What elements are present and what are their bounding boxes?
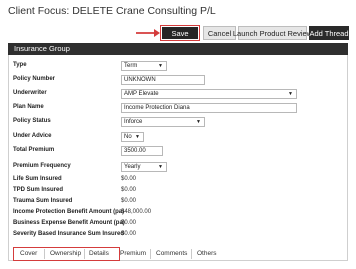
plan-name-row: Plan Name Income Protection Diana bbox=[13, 103, 343, 113]
premium-frequency-select[interactable]: Yearly ▼ bbox=[121, 162, 167, 172]
tab-divider bbox=[191, 249, 192, 259]
tab-comments[interactable]: Comments bbox=[156, 250, 187, 257]
business-expense-row: Business Expense Benefit Amount (pa) $0.… bbox=[13, 219, 343, 229]
policy-status-select-value: Inforce bbox=[124, 119, 143, 125]
trauma-sum-insured-row: Trauma Sum Insured $0.00 bbox=[13, 197, 343, 207]
insurance-group-header: Insurance Group bbox=[8, 43, 348, 55]
policy-number-label: Policy Number bbox=[13, 76, 56, 82]
tab-divider bbox=[84, 249, 85, 259]
total-premium-label: Total Premium bbox=[13, 147, 55, 153]
premium-frequency-label: Premium Frequency bbox=[13, 163, 71, 169]
underwriter-label: Underwriter bbox=[13, 90, 47, 96]
life-sum-insured-value: $0.00 bbox=[121, 176, 137, 182]
launch-product-review-button[interactable]: Launch Product Review bbox=[233, 26, 312, 40]
severity-based-value: $0.00 bbox=[121, 231, 137, 237]
business-expense-label: Business Expense Benefit Amount (pa) bbox=[13, 220, 125, 226]
under-advice-select[interactable]: No ▼ bbox=[121, 132, 144, 142]
toolbar: Save Cancel Launch Product Review Add Th… bbox=[0, 25, 356, 41]
policy-number-value: UNKNOWN bbox=[124, 77, 156, 83]
tab-premium[interactable]: Premium bbox=[120, 250, 146, 257]
underwriter-select-value: AMP Elevate bbox=[124, 91, 159, 97]
policy-number-input[interactable]: UNKNOWN bbox=[121, 75, 205, 85]
save-highlight: Save bbox=[160, 25, 200, 41]
tpd-sum-insured-label: TPD Sum Insured bbox=[13, 187, 64, 193]
chevron-down-icon: ▼ bbox=[135, 134, 140, 140]
save-button[interactable]: Save bbox=[162, 27, 198, 39]
life-sum-insured-label: Life Sum Insured bbox=[13, 176, 62, 182]
add-thread-button[interactable]: Add Thread bbox=[309, 26, 349, 40]
tab-divider bbox=[150, 249, 151, 259]
chevron-down-icon: ▼ bbox=[196, 119, 201, 125]
tab-details[interactable]: Details bbox=[89, 250, 109, 257]
under-advice-row: Under Advice No ▼ bbox=[13, 132, 343, 142]
policy-status-label: Policy Status bbox=[13, 118, 51, 124]
total-premium-input[interactable]: 3500.00 bbox=[121, 146, 163, 156]
severity-based-row: Severity Based Insurance Sum Insured $0.… bbox=[13, 230, 343, 240]
policy-status-row: Policy Status Inforce ▼ bbox=[13, 117, 343, 127]
trauma-sum-insured-label: Trauma Sum Insured bbox=[13, 198, 73, 204]
tab-cover[interactable]: Cover bbox=[20, 250, 37, 257]
arrow-right-icon bbox=[136, 29, 160, 37]
bottom-tab-bar: Cover Ownership Details Premium Comments… bbox=[8, 247, 348, 261]
policy-number-row: Policy Number UNKNOWN bbox=[13, 75, 343, 85]
severity-based-label: Severity Based Insurance Sum Insured bbox=[13, 231, 125, 237]
type-select-value: Term bbox=[124, 63, 138, 69]
type-row: Type Term ▼ bbox=[13, 61, 343, 71]
tab-others[interactable]: Others bbox=[197, 250, 217, 257]
total-premium-row: Total Premium 3500.00 bbox=[13, 146, 343, 156]
plan-name-input[interactable]: Income Protection Diana bbox=[121, 103, 297, 113]
chevron-down-icon: ▼ bbox=[158, 164, 163, 170]
premium-frequency-row: Premium Frequency Yearly ▼ bbox=[13, 162, 343, 172]
chevron-down-icon: ▼ bbox=[158, 63, 163, 69]
tpd-sum-insured-row: TPD Sum Insured $0.00 bbox=[13, 186, 343, 196]
underwriter-select[interactable]: AMP Elevate ▼ bbox=[121, 89, 297, 99]
under-advice-select-value: No bbox=[124, 134, 132, 140]
plan-name-value: Income Protection Diana bbox=[124, 105, 190, 111]
total-premium-value: 3500.00 bbox=[124, 148, 146, 154]
business-expense-value: $0.00 bbox=[121, 220, 137, 226]
tab-divider bbox=[44, 249, 45, 259]
life-sum-insured-row: Life Sum Insured $0.00 bbox=[13, 175, 343, 185]
chevron-down-icon: ▼ bbox=[288, 91, 293, 97]
type-label: Type bbox=[13, 62, 27, 68]
premium-frequency-select-value: Yearly bbox=[124, 164, 141, 170]
cancel-button[interactable]: Cancel bbox=[203, 26, 236, 40]
client-focus-title: Client Focus: DELETE Crane Consulting P/… bbox=[8, 5, 216, 17]
policy-status-select[interactable]: Inforce ▼ bbox=[121, 117, 205, 127]
income-protection-label: Income Protection Benefit Amount (pa) bbox=[13, 209, 125, 215]
type-select[interactable]: Term ▼ bbox=[121, 61, 167, 71]
income-protection-value: $48,000.00 bbox=[121, 209, 152, 215]
tab-ownership[interactable]: Ownership bbox=[50, 250, 81, 257]
tpd-sum-insured-value: $0.00 bbox=[121, 187, 137, 193]
trauma-sum-insured-value: $0.00 bbox=[121, 198, 137, 204]
plan-name-label: Plan Name bbox=[13, 104, 44, 110]
underwriter-row: Underwriter AMP Elevate ▼ bbox=[13, 89, 343, 99]
under-advice-label: Under Advice bbox=[13, 133, 52, 139]
income-protection-row: Income Protection Benefit Amount (pa) $4… bbox=[13, 208, 343, 218]
